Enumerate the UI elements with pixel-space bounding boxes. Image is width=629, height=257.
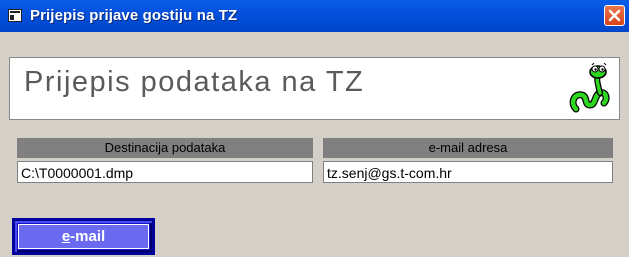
page-title: Prijepis podataka na TZ: [24, 66, 365, 98]
email-button[interactable]: e -mail: [12, 218, 155, 255]
destination-field[interactable]: C:\T0000001.dmp: [17, 161, 313, 183]
title-bar: Prijepis prijave gostiju na TZ: [0, 0, 629, 32]
email-button-label: -mail: [70, 228, 106, 245]
destination-header: Destinacija podataka: [17, 138, 313, 158]
close-button[interactable]: [604, 5, 625, 26]
header-panel: Prijepis podataka na TZ: [9, 57, 620, 120]
form-icon[interactable]: [8, 9, 22, 22]
email-header: e-mail adresa: [323, 138, 613, 158]
email-field[interactable]: tz.senj@gs.t-com.hr: [323, 161, 613, 183]
email-button-face: e -mail: [18, 224, 149, 249]
window-title: Prijepis prijave gostiju na TZ: [30, 7, 238, 24]
close-icon: [608, 9, 621, 22]
worm-logo-icon: [569, 63, 610, 113]
email-button-accelerator: e: [61, 228, 71, 245]
